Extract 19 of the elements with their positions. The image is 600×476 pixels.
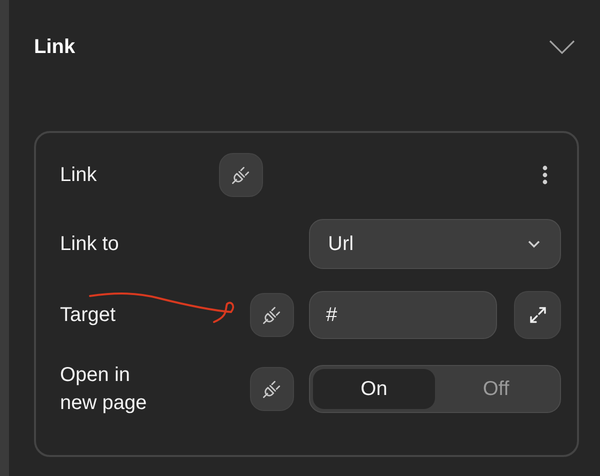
target-input[interactable]: #: [309, 291, 497, 339]
field-label: Link to: [60, 232, 119, 257]
plug-button[interactable]: [250, 367, 294, 411]
toggle-option[interactable]: On: [313, 369, 435, 409]
section-title: Link: [34, 35, 76, 60]
plug-icon: [261, 378, 283, 400]
field-label: Target: [60, 303, 116, 328]
toggle-option[interactable]: Off: [435, 369, 557, 409]
plug-button[interactable]: [219, 153, 263, 197]
plug-icon: [230, 164, 252, 186]
caret-icon: [528, 240, 540, 248]
expand-button[interactable]: [514, 291, 561, 339]
plug-button[interactable]: [250, 293, 294, 337]
link-type-select[interactable]: Url: [309, 219, 561, 269]
field-label: Open in new page: [60, 363, 148, 416]
plug-icon: [261, 304, 283, 326]
more-icon: [542, 165, 548, 185]
field-label: Link: [60, 163, 98, 188]
expand-icon: [528, 305, 548, 325]
